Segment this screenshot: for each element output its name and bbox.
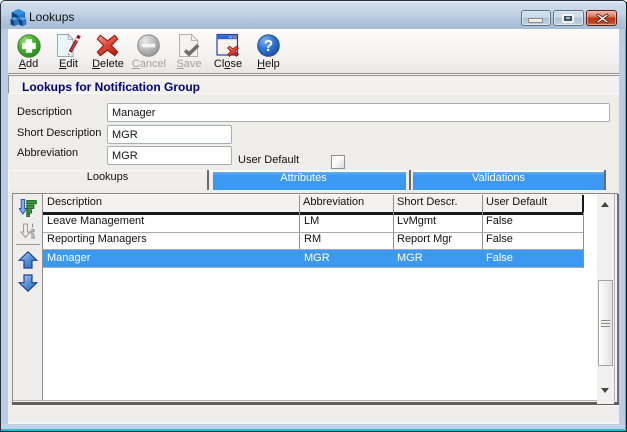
svg-text:?: ?	[264, 38, 273, 55]
